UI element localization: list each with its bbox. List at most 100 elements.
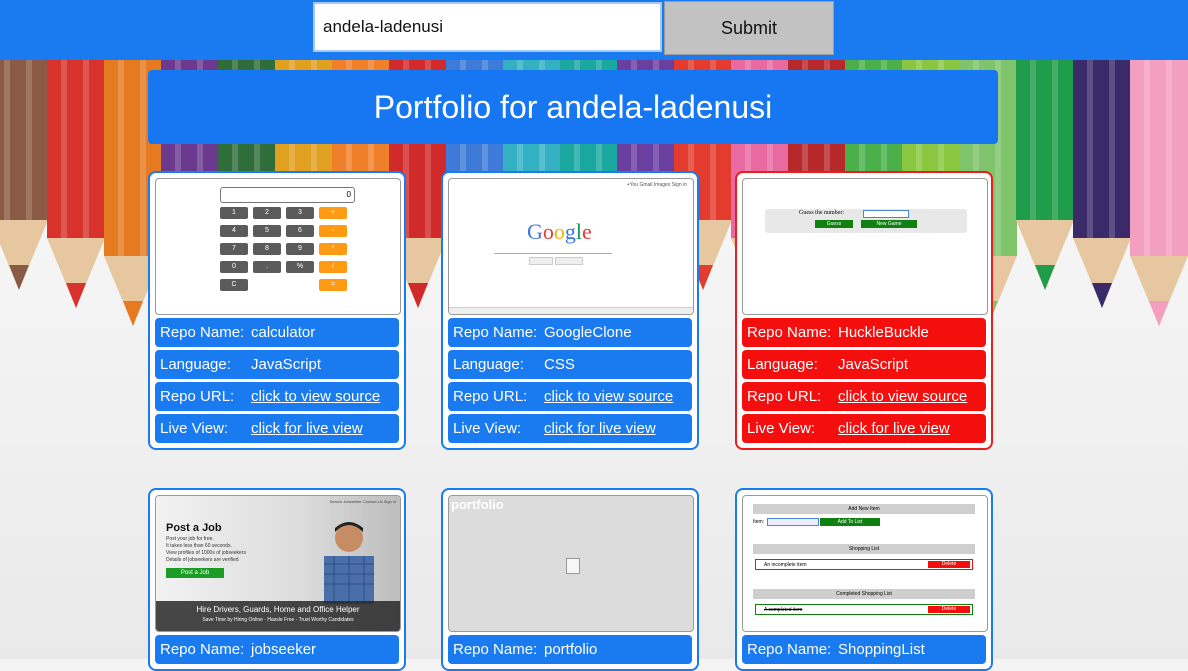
google-nav: +You Gmail Images Sign in bbox=[626, 182, 687, 188]
pencil-decoration bbox=[1073, 60, 1131, 308]
repo-card-calculator: 0 1 2 3 +4 5 6- 7 8 9 * 0.% / C = Repo Name: calculato… bbox=[148, 171, 406, 450]
googleclone-screenshot: +You Gmail Images Sign in Google bbox=[448, 178, 694, 315]
calculator-screenshot: 0 1 2 3 +4 5 6- 7 8 9 * 0.% / C = bbox=[155, 178, 401, 315]
repo-name-label: Repo Name: bbox=[160, 641, 245, 658]
repo-name-row: Repo Name: calculator bbox=[155, 318, 399, 347]
view-source-link[interactable]: click to view source bbox=[544, 388, 673, 405]
calculator-key: / bbox=[319, 261, 347, 273]
view-source-link[interactable]: click to view source bbox=[838, 388, 967, 405]
calculator-key: 0 bbox=[220, 261, 248, 273]
repo-card-portfolio: portfolio Repo Name: portfolio bbox=[441, 488, 699, 671]
jobseeker-screenshot: Search Jobseeker Contact Us Sign in Post… bbox=[155, 495, 401, 632]
language-value: JavaScript bbox=[251, 356, 322, 373]
live-view-link[interactable]: click for live view bbox=[544, 420, 656, 437]
live-view-label: Live View: bbox=[747, 420, 816, 437]
language-value: CSS bbox=[544, 356, 575, 373]
repo-name-row: Repo Name: jobseeker bbox=[155, 635, 399, 664]
calculator-key: 4 bbox=[220, 225, 248, 237]
guess-prompt: Guess the number: bbox=[799, 210, 844, 216]
repo-url-row: Repo URL: click to view source bbox=[448, 382, 692, 411]
post-job-line: It takes less than 60 seconds. bbox=[166, 543, 232, 549]
live-view-row: Live View: click for live view bbox=[155, 414, 399, 443]
calculator-key: = bbox=[319, 279, 347, 291]
live-view-label: Live View: bbox=[160, 420, 229, 437]
calculator-key: * bbox=[319, 243, 347, 255]
pencil-decoration bbox=[47, 60, 105, 308]
delete-button: Delete bbox=[928, 606, 970, 613]
add-item-header: Add New Item bbox=[753, 504, 975, 514]
view-source-link[interactable]: click to view source bbox=[251, 388, 380, 405]
broken-image-icon bbox=[566, 558, 580, 574]
pencil-decoration bbox=[1130, 60, 1188, 326]
google-footer bbox=[449, 307, 693, 314]
incomplete-item: An incomplete item Delete bbox=[755, 559, 973, 570]
repo-name-row: Repo Name: HuckleBuckle bbox=[742, 318, 986, 347]
post-job-line: View profiles of 1000s of jobseekers bbox=[166, 550, 246, 556]
item-input bbox=[767, 518, 819, 526]
submit-button[interactable]: Submit bbox=[664, 1, 834, 55]
calculator-key: . bbox=[253, 261, 281, 273]
post-job-line: Post your job for free. bbox=[166, 536, 214, 542]
language-label: Language: bbox=[453, 356, 524, 373]
repo-name-label: Repo Name: bbox=[747, 324, 832, 341]
calculator-key: - bbox=[319, 225, 347, 237]
repo-url-label: Repo URL: bbox=[747, 388, 822, 405]
repo-url-label: Repo URL: bbox=[160, 388, 235, 405]
language-label: Language: bbox=[160, 356, 231, 373]
completed-item: A completed item Delete bbox=[755, 604, 973, 615]
tagline: Hire Drivers, Guards, Home and Office He… bbox=[196, 605, 360, 614]
live-view-row: Live View: click for live view bbox=[448, 414, 692, 443]
calculator-display: 0 bbox=[220, 187, 355, 203]
calculator-key: 1 bbox=[220, 207, 248, 219]
portfolio-alt-text: portfolio bbox=[451, 497, 504, 512]
calculator-key: 8 bbox=[253, 243, 281, 255]
guess-input bbox=[863, 210, 909, 218]
repo-url-row: Repo URL: click to view source bbox=[155, 382, 399, 411]
completed-list-header: Completed Shopping List bbox=[753, 589, 975, 599]
post-job-button: Post a Job bbox=[166, 568, 224, 578]
username-input[interactable] bbox=[313, 2, 662, 52]
repo-card-jobseeker: Search Jobseeker Contact Us Sign in Post… bbox=[148, 488, 406, 671]
language-row: Language: JavaScript bbox=[155, 350, 399, 379]
language-value: JavaScript bbox=[838, 356, 909, 373]
top-bar: Submit bbox=[0, 0, 1188, 60]
person-photo bbox=[324, 522, 374, 604]
pencil-decoration bbox=[1016, 60, 1074, 290]
repo-url-row: Repo URL: click to view source bbox=[742, 382, 986, 411]
portfolio-screenshot: portfolio bbox=[448, 495, 694, 632]
language-row: Language: CSS bbox=[448, 350, 692, 379]
post-job-title: Post a Job bbox=[166, 522, 222, 534]
repo-card-googleclone: +You Gmail Images Sign in Google Repo Na… bbox=[441, 171, 699, 450]
live-view-link[interactable]: click for live view bbox=[251, 420, 363, 437]
incomplete-item-text: An incomplete item bbox=[764, 562, 807, 568]
calculator-key: % bbox=[286, 261, 314, 273]
google-search-button bbox=[529, 257, 553, 265]
repo-url-label: Repo URL: bbox=[453, 388, 528, 405]
item-label: Item: bbox=[753, 519, 765, 525]
feeling-lucky-button bbox=[555, 257, 583, 265]
add-to-list-button: Add To List bbox=[820, 518, 880, 526]
pencil-decoration bbox=[0, 60, 48, 290]
live-view-row: Live View: click for live view bbox=[742, 414, 986, 443]
repo-card-hucklebuckle: Guess the number: Guess New Game Repo Na… bbox=[735, 171, 993, 450]
hucklebuckle-screenshot: Guess the number: Guess New Game bbox=[742, 178, 988, 315]
repo-name-row: Repo Name: ShoppingList bbox=[742, 635, 986, 664]
calculator-key: 7 bbox=[220, 243, 248, 255]
repo-name-label: Repo Name: bbox=[747, 641, 832, 658]
delete-button: Delete bbox=[928, 561, 970, 568]
repo-name-label: Repo Name: bbox=[453, 641, 538, 658]
google-logo: Google bbox=[527, 219, 592, 244]
repo-name-value: ShoppingList bbox=[838, 641, 925, 658]
language-label: Language: bbox=[747, 356, 818, 373]
repo-card-shoppinglist: Add New Item Item: Add To List Shopping … bbox=[735, 488, 993, 671]
repo-name-value: HuckleBuckle bbox=[838, 324, 929, 341]
calculator-key: 3 bbox=[286, 207, 314, 219]
repo-name-row: Repo Name: GoogleClone bbox=[448, 318, 692, 347]
calculator-key: C bbox=[220, 279, 248, 291]
sub-tagline: Save Time by Hiring Online · Hassle Free… bbox=[202, 617, 354, 623]
calculator-key: 9 bbox=[286, 243, 314, 255]
live-view-label: Live View: bbox=[453, 420, 522, 437]
live-view-link[interactable]: click for live view bbox=[838, 420, 950, 437]
repo-name-label: Repo Name: bbox=[160, 324, 245, 341]
repo-name-row: Repo Name: portfolio bbox=[448, 635, 692, 664]
